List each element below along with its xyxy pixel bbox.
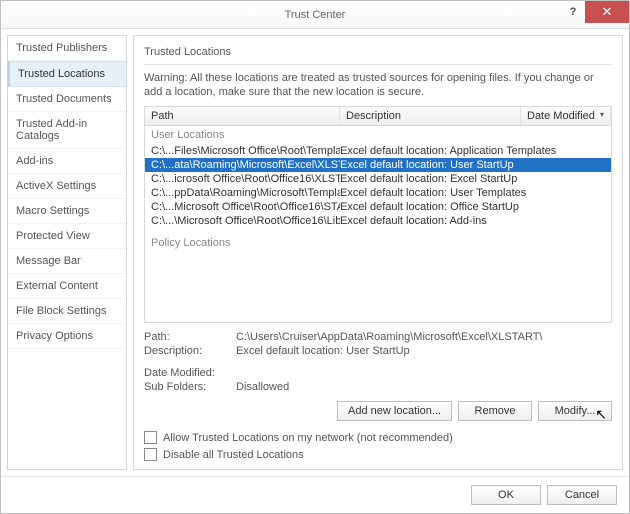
remove-button[interactable]: Remove xyxy=(458,401,532,421)
cell-path: C:\...ppData\Roaming\Microsoft\Templates… xyxy=(151,187,340,199)
cell-path: C:\...\Microsoft Office\Root\Office16\Li… xyxy=(151,215,340,227)
table-header: Path Description Date Modified xyxy=(145,107,611,126)
sidebar-item-addins[interactable]: Add-ins xyxy=(8,149,126,174)
sidebar-item-trusted-documents[interactable]: Trusted Documents xyxy=(8,87,126,112)
cell-path: C:\...ata\Roaming\Microsoft\Excel\XLSTAR… xyxy=(151,159,340,171)
sidebar-item-protected-view[interactable]: Protected View xyxy=(8,224,126,249)
cell-desc: Excel default location: User Templates xyxy=(340,187,605,199)
dialog-body: Trusted Publishers Trusted Locations Tru… xyxy=(1,29,629,476)
sidebar-item-macro-settings[interactable]: Macro Settings xyxy=(8,199,126,224)
action-buttons: Add new location... Remove Modify...↖ xyxy=(144,401,612,421)
dialog-footer: OK Cancel xyxy=(1,476,629,513)
add-new-location-button[interactable]: Add new location... xyxy=(337,401,452,421)
sidebar-item-trusted-publishers[interactable]: Trusted Publishers xyxy=(8,36,126,61)
details-panel: Path: C:\Users\Cruiser\AppData\Roaming\M… xyxy=(144,331,612,393)
cursor-icon: ↖ xyxy=(595,406,607,423)
sidebar-item-trusted-locations[interactable]: Trusted Locations xyxy=(8,61,126,87)
value-description: Excel default location: User StartUp xyxy=(236,345,612,357)
main-panel: Trusted Locations Warning: All these loc… xyxy=(133,35,623,470)
label-sub-folders: Sub Folders: xyxy=(144,381,236,393)
titlebar: Trust Center ? ✕ xyxy=(1,1,629,29)
section-header: Trusted Locations xyxy=(144,44,612,65)
label-description: Description: xyxy=(144,345,236,357)
label-path: Path: xyxy=(144,331,236,343)
cell-desc: Excel default location: Excel StartUp xyxy=(340,173,605,185)
value-path: C:\Users\Cruiser\AppData\Roaming\Microso… xyxy=(236,331,612,343)
disable-all-locations-checkbox[interactable]: Disable all Trusted Locations xyxy=(144,446,612,463)
group-user-locations: User Locations xyxy=(145,126,611,144)
group-policy-locations: Policy Locations xyxy=(145,234,611,252)
table-row[interactable]: C:\...ata\Roaming\Microsoft\Excel\XLSTAR… xyxy=(145,158,611,172)
checkbox-label: Allow Trusted Locations on my network (n… xyxy=(163,432,453,444)
cell-desc: Excel default location: Office StartUp xyxy=(340,201,605,213)
allow-network-locations-checkbox[interactable]: Allow Trusted Locations on my network (n… xyxy=(144,429,612,446)
checkbox-group: Allow Trusted Locations on my network (n… xyxy=(144,429,612,463)
category-sidebar: Trusted Publishers Trusted Locations Tru… xyxy=(7,35,127,470)
table-row[interactable]: C:\...\Microsoft Office\Root\Office16\Li… xyxy=(145,214,611,228)
sidebar-item-file-block-settings[interactable]: File Block Settings xyxy=(8,299,126,324)
label-date-modified: Date Modified: xyxy=(144,367,236,379)
modify-button[interactable]: Modify...↖ xyxy=(538,401,612,421)
locations-table: Path Description Date Modified User Loca… xyxy=(144,106,612,323)
sidebar-item-privacy-options[interactable]: Privacy Options xyxy=(8,324,126,349)
column-date-modified[interactable]: Date Modified xyxy=(521,107,611,125)
table-row[interactable]: C:\...Microsoft Office\Root\Office16\STA… xyxy=(145,200,611,214)
table-row[interactable]: C:\...Files\Microsoft Office\Root\Templa… xyxy=(145,144,611,158)
checkbox-label: Disable all Trusted Locations xyxy=(163,449,304,461)
checkbox-icon xyxy=(144,431,157,444)
trust-center-window: Trust Center ? ✕ Trusted Publishers Trus… xyxy=(0,0,630,514)
value-sub-folders: Disallowed xyxy=(236,381,612,393)
cell-desc: Excel default location: User StartUp xyxy=(340,159,605,171)
ok-button[interactable]: OK xyxy=(471,485,541,505)
help-button[interactable]: ? xyxy=(561,1,585,23)
table-row[interactable]: C:\...ppData\Roaming\Microsoft\Templates… xyxy=(145,186,611,200)
sidebar-item-activex-settings[interactable]: ActiveX Settings xyxy=(8,174,126,199)
cancel-button[interactable]: Cancel xyxy=(547,485,617,505)
modify-button-label: Modify... xyxy=(555,405,596,417)
sidebar-item-message-bar[interactable]: Message Bar xyxy=(8,249,126,274)
table-row[interactable]: C:\...icrosoft Office\Root\Office16\XLST… xyxy=(145,172,611,186)
cell-path: C:\...Files\Microsoft Office\Root\Templa… xyxy=(151,145,340,157)
window-title: Trust Center xyxy=(1,9,629,21)
cell-path: C:\...Microsoft Office\Root\Office16\STA… xyxy=(151,201,340,213)
close-button[interactable]: ✕ xyxy=(585,1,629,23)
cell-desc: Excel default location: Application Temp… xyxy=(340,145,605,157)
column-description[interactable]: Description xyxy=(340,107,521,125)
sidebar-item-trusted-addin-catalogs[interactable]: Trusted Add-in Catalogs xyxy=(8,112,126,149)
checkbox-icon xyxy=(144,448,157,461)
table-body: User Locations C:\...Files\Microsoft Off… xyxy=(145,126,611,322)
sidebar-item-external-content[interactable]: External Content xyxy=(8,274,126,299)
column-path[interactable]: Path xyxy=(145,107,340,125)
cell-desc: Excel default location: Add-ins xyxy=(340,215,605,227)
cell-path: C:\...icrosoft Office\Root\Office16\XLST… xyxy=(151,173,340,185)
warning-text: Warning: All these locations are treated… xyxy=(144,71,612,100)
value-date-modified xyxy=(236,367,612,379)
titlebar-buttons: ? ✕ xyxy=(561,1,629,28)
